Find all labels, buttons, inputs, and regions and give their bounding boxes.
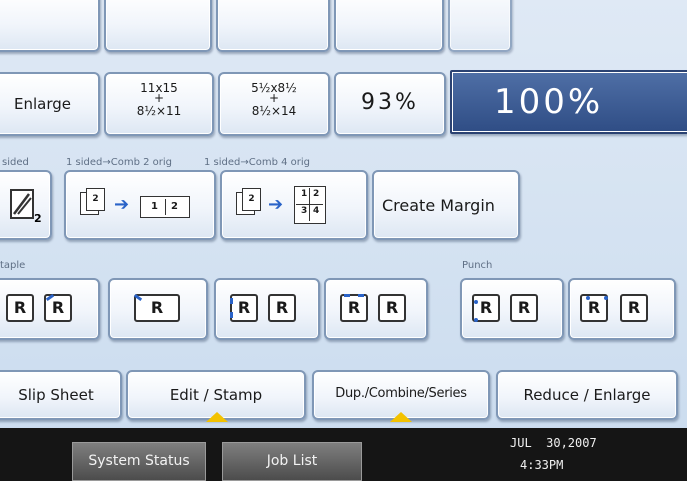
tab-reduce-enlarge[interactable]: Reduce / Enlarge: [496, 370, 678, 420]
job-list-label: Job List: [266, 453, 318, 469]
label-staple: taple: [0, 260, 26, 271]
duplex-icon: 2: [10, 189, 42, 225]
date-display: JUL 30,2007: [510, 436, 597, 450]
combine-2-result-icon: 12: [140, 196, 190, 218]
create-margin-button[interactable]: Create Margin: [372, 170, 520, 240]
ratio-11x15-bot: 8½×11: [136, 104, 182, 118]
punch-left-button[interactable]: R R: [460, 278, 564, 340]
ratio-5x8-bot: 8½×14: [251, 104, 297, 118]
label-comb-2: 1 sided→Comb 2 orig: [66, 157, 173, 168]
staple-page-icon-d: R: [230, 294, 258, 322]
staple-page-icon-f: R: [340, 294, 368, 322]
label-sided: sided: [2, 157, 29, 168]
tab-edit-stamp-label: Edit / Stamp: [169, 386, 263, 404]
tab-dup-combine-series[interactable]: Dup./Combine/Series: [312, 370, 490, 422]
duplex-button[interactable]: 2: [0, 170, 52, 240]
label-comb-4: 1 sided→Comb 4 orig: [204, 157, 311, 168]
enlarge-button[interactable]: Enlarge: [0, 72, 100, 136]
staple-top-left-button[interactable]: R R: [0, 278, 100, 340]
arrow-right-icon: ➔: [114, 194, 130, 215]
top-button-1[interactable]: [0, 0, 100, 52]
combine-2-page-2: 2: [86, 188, 105, 211]
staple-page-icon-e: R: [268, 294, 296, 322]
punch-page-icon-d: R: [620, 294, 648, 322]
tab-edit-stamp[interactable]: Edit / Stamp: [126, 370, 306, 422]
staple-marks-top-icon: [344, 294, 364, 297]
ratio-current-indicator: 100%: [450, 70, 687, 134]
system-status-label: System Status: [88, 453, 190, 469]
job-list-button[interactable]: Job List: [222, 442, 362, 481]
staple-two-left-button[interactable]: R R: [214, 278, 320, 340]
svg-text:2: 2: [34, 212, 42, 225]
system-status-button[interactable]: System Status: [72, 442, 206, 481]
ratio-11x15-button[interactable]: 11x15 + 8½×11: [104, 72, 214, 136]
combine-4-page-2: 2: [242, 188, 261, 211]
ratio-93-button[interactable]: 93%: [334, 72, 446, 136]
ratio-5x8-mid: +: [268, 91, 280, 105]
combine-2-button[interactable]: 1 2 ➔ 12: [64, 170, 216, 240]
staple-two-top-button[interactable]: R R: [324, 278, 428, 340]
staple-top-right-button[interactable]: R: [108, 278, 208, 340]
arrow-right-icon-2: ➔: [268, 194, 284, 215]
tab-slip-sheet-label: Slip Sheet: [18, 386, 94, 404]
label-punch: Punch: [462, 260, 493, 271]
punch-holes-left-icon: [474, 300, 477, 322]
punch-holes-top-icon: [586, 296, 608, 299]
staple-page-icon-a: R: [6, 294, 34, 322]
ratio-93-label: 93%: [361, 90, 419, 115]
top-button-3[interactable]: [216, 0, 330, 52]
combine-4-result-icon: 12 34: [294, 186, 326, 224]
punch-top-button[interactable]: R R: [568, 278, 676, 340]
time-display: 4:33PM: [520, 458, 564, 472]
enlarge-label: Enlarge: [14, 95, 71, 113]
ratio-11x15-mid: +: [153, 91, 165, 105]
tab-edit-stamp-indicator: [206, 412, 228, 422]
tab-reduce-enlarge-label: Reduce / Enlarge: [523, 386, 651, 404]
staple-marks-left-icon: [230, 298, 233, 318]
ratio-5x8-button[interactable]: 5½x8½ + 8½×14: [218, 72, 330, 136]
create-margin-label: Create Margin: [382, 196, 495, 215]
staple-page-icon-g: R: [378, 294, 406, 322]
punch-page-icon-b: R: [510, 294, 538, 322]
top-button-5[interactable]: [448, 0, 512, 52]
top-button-4[interactable]: [334, 0, 444, 52]
top-button-2[interactable]: [104, 0, 212, 52]
tab-slip-sheet[interactable]: Slip Sheet: [0, 370, 122, 420]
copier-screen: Enlarge 11x15 + 8½×11 5½x8½ + 8½×14 93% …: [0, 0, 687, 481]
combine-4-button[interactable]: 1 2 ➔ 12 34: [220, 170, 368, 240]
ratio-current-label: 100%: [494, 82, 604, 122]
tab-dup-combine-indicator: [390, 412, 412, 422]
tab-dup-combine-label: Dup./Combine/Series: [335, 386, 467, 401]
